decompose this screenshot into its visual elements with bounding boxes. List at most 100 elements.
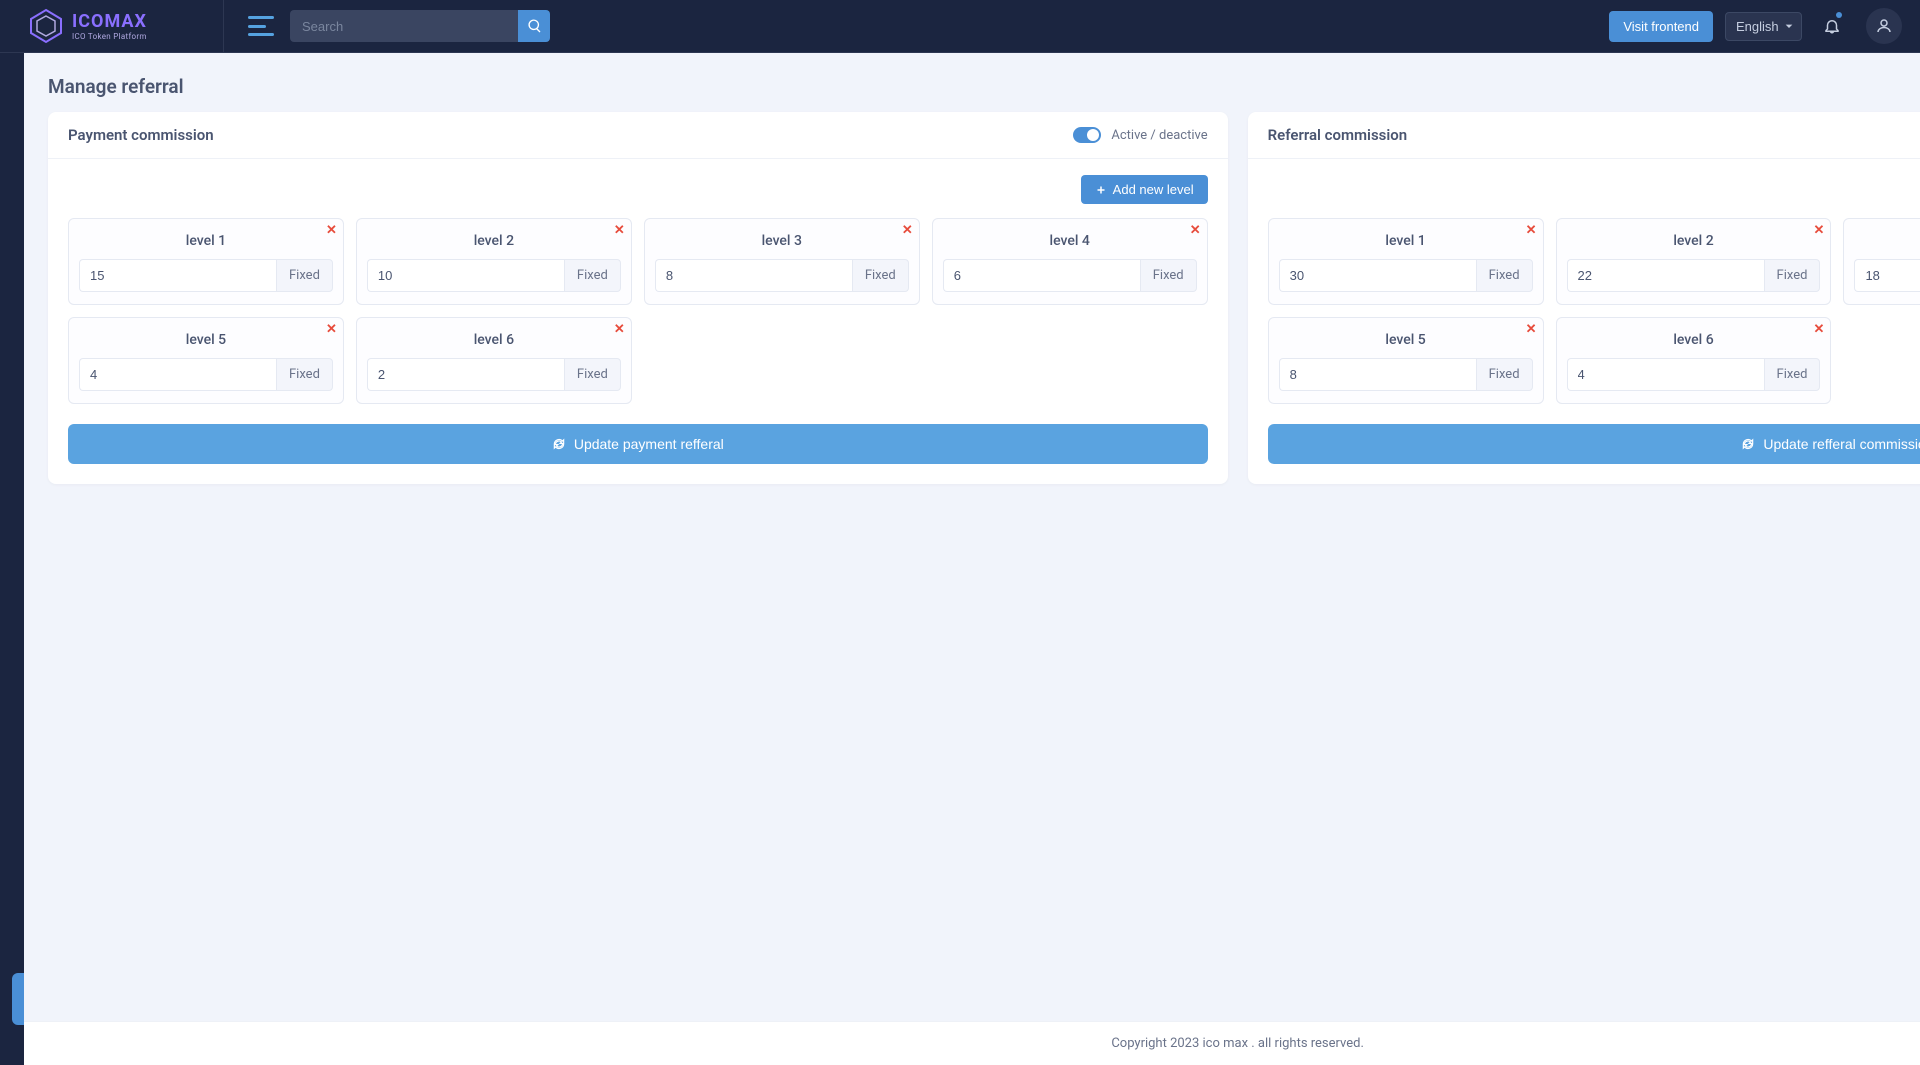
sidebar-item-manage-stage[interactable]: Manage stage (12, 257, 24, 309)
footer: Copyright 2023 ico max . all rights rese… (24, 1021, 1920, 1065)
notification-dot (1836, 12, 1842, 18)
level-name: level 4 (943, 233, 1197, 249)
user-avatar[interactable] (1866, 8, 1902, 44)
payment-add-level-button[interactable]: Add new level (1081, 175, 1208, 204)
brand-icon (28, 8, 64, 44)
sidebar-item-payment-gateways[interactable]: Payment gateways (12, 563, 24, 615)
sidebar-item-ico-settings[interactable]: Ico settings (12, 205, 24, 257)
level-value-input[interactable] (1854, 259, 1920, 292)
sidebar-item-manage-frontend[interactable]: Manage frontend (12, 817, 24, 869)
remove-level-button[interactable]: ✕ (902, 223, 913, 238)
sidebar-item-manage-refferal[interactable]: Manage refferal (12, 973, 24, 1025)
level-name: level 1 (1279, 233, 1533, 249)
level-box: ✕level 2 Fixed (1556, 218, 1832, 305)
search-input[interactable] (290, 10, 518, 42)
payment-levels-grid: ✕level 1Fixed✕level 2Fixed✕level 3Fixed✕… (68, 218, 1208, 404)
level-type-label: Fixed (564, 358, 621, 391)
update-payment-button[interactable]: Update payment refferal (68, 424, 1208, 464)
level-name: level 3 (1854, 233, 1920, 249)
sidebar-heading: THEME SETTINGS (12, 719, 24, 765)
level-type-label: Fixed (276, 259, 333, 292)
payment-toggle-label: Active / deactive (1111, 128, 1207, 143)
brand-subtitle: ICO Token Platform (72, 32, 147, 41)
remove-level-button[interactable]: ✕ (1526, 223, 1537, 238)
level-type-label: Fixed (852, 259, 909, 292)
level-value-input[interactable] (943, 259, 1140, 292)
level-value-input[interactable] (1567, 259, 1764, 292)
level-box: ✕level 5Fixed (68, 317, 344, 404)
payment-commission-card: Payment commission Active / deactive Add… (48, 112, 1228, 484)
level-name: level 6 (367, 332, 621, 348)
level-box: ✕level 2Fixed (356, 218, 632, 305)
notifications-button[interactable] (1814, 8, 1850, 44)
remove-level-button[interactable]: ✕ (326, 223, 337, 238)
level-box: ✕level 1 Fixed (68, 218, 344, 305)
page-title: Manage referral (48, 75, 184, 98)
sidebar: DashboardICO SETTINGManage currencyIco s… (0, 53, 24, 1065)
payment-card-title: Payment commission (68, 126, 214, 144)
sidebar-heading: APPLICATION SETTINGS (12, 517, 24, 563)
level-type-label: Fixed (1764, 358, 1821, 391)
level-value-input[interactable] (79, 259, 276, 292)
refresh-icon (1741, 437, 1755, 451)
top-header: ICOMAX ICO Token Platform Visit frontend… (0, 0, 1920, 53)
sidebar-item-manage-deposit[interactable]: Manage deposit (12, 361, 24, 413)
update-referral-button[interactable]: Update refferal commission (1268, 424, 1920, 464)
remove-level-button[interactable]: ✕ (614, 223, 625, 238)
level-type-label: Fixed (1140, 259, 1197, 292)
sidebar-item-manage-payments[interactable]: Manage payments (12, 309, 24, 361)
sidebar-item-manage-settings[interactable]: Manage settings (12, 615, 24, 667)
level-name: level 5 (1279, 332, 1533, 348)
sidebar-item-manage-currency[interactable]: Manage currency (12, 153, 24, 205)
level-name: level 1 (79, 233, 333, 249)
visit-frontend-button[interactable]: Visit frontend (1609, 11, 1713, 42)
logo[interactable]: ICOMAX ICO Token Platform (0, 0, 224, 52)
level-value-input[interactable] (79, 358, 276, 391)
level-box: ✕level 5Fixed (1268, 317, 1544, 404)
level-box: ✕level 1 Fixed (1268, 218, 1544, 305)
level-box: ✕level 6 Fixed (356, 317, 632, 404)
level-box: ✕level 3Fixed (644, 218, 920, 305)
level-value-input[interactable] (367, 358, 564, 391)
sidebar-item-email-config[interactable]: Email config (12, 667, 24, 719)
level-value-input[interactable] (1279, 259, 1476, 292)
remove-level-button[interactable]: ✕ (1526, 322, 1537, 337)
sidebar-item-manage-withdraw[interactable]: Manage withdraw (12, 413, 24, 465)
language-select[interactable]: English (1725, 12, 1802, 41)
sidebar-item-manage-logs[interactable]: Manage logs (12, 869, 24, 921)
brand-name: ICOMAX (72, 11, 147, 32)
remove-level-button[interactable]: ✕ (614, 322, 625, 337)
level-value-input[interactable] (1567, 358, 1764, 391)
search-box (290, 10, 550, 42)
sidebar-item-manage-language[interactable]: Manage language (12, 921, 24, 973)
level-type-label: Fixed (1764, 259, 1821, 292)
level-value-input[interactable] (367, 259, 564, 292)
level-name: level 2 (367, 233, 621, 249)
level-name: level 2 (1567, 233, 1821, 249)
level-value-input[interactable] (655, 259, 852, 292)
remove-level-button[interactable]: ✕ (326, 322, 337, 337)
level-box: ✕level 4 Fixed (932, 218, 1208, 305)
level-box: ✕level 3Fixed (1843, 218, 1920, 305)
level-value-input[interactable] (1279, 358, 1476, 391)
level-box: ✕level 6 Fixed (1556, 317, 1832, 404)
remove-level-button[interactable]: ✕ (1814, 223, 1825, 238)
referral-commission-card: Referral commission Active / deactive Ad… (1248, 112, 1920, 484)
search-button[interactable] (518, 10, 550, 42)
sidebar-heading: ICO SETTING (12, 107, 24, 153)
referral-card-title: Referral commission (1268, 126, 1408, 144)
remove-level-button[interactable]: ✕ (1190, 223, 1201, 238)
plus-icon (1095, 184, 1107, 196)
menu-toggle-icon[interactable] (248, 16, 274, 36)
user-icon (1875, 17, 1893, 35)
search-icon (526, 18, 542, 34)
sidebar-item-manage-pages[interactable]: Manage pages (12, 765, 24, 817)
sidebar-item-manage-users[interactable]: Manage users (12, 465, 24, 517)
level-type-label: Fixed (1476, 259, 1533, 292)
payment-active-toggle[interactable] (1073, 127, 1101, 143)
remove-level-button[interactable]: ✕ (1814, 322, 1825, 337)
sidebar-item-dashboard[interactable]: Dashboard (12, 69, 24, 107)
bell-icon (1823, 17, 1841, 35)
level-name: level 6 (1567, 332, 1821, 348)
level-type-label: Fixed (276, 358, 333, 391)
